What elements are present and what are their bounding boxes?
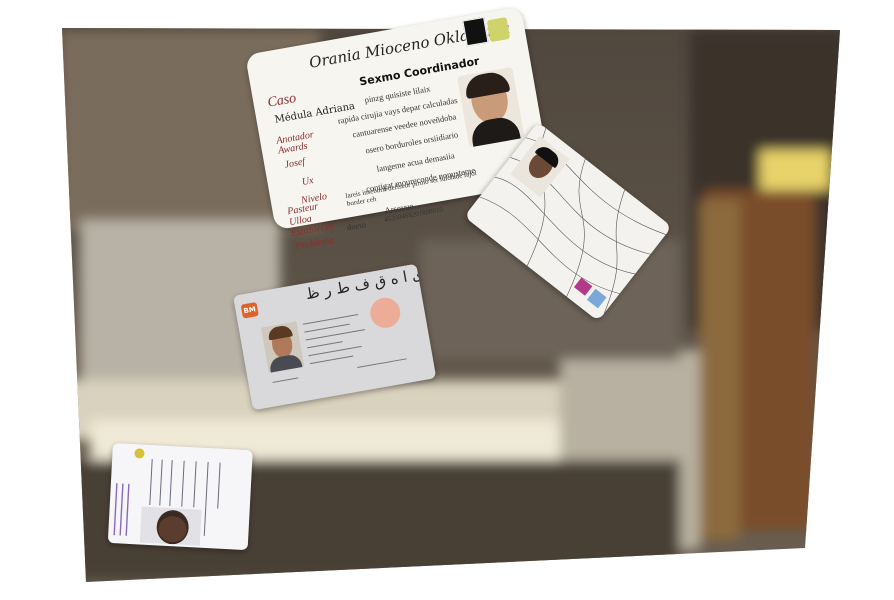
field-label: Pasteur Ulloa Establecer	[286, 201, 335, 240]
holder-photo	[139, 506, 202, 546]
field-label: Anotador Awards	[275, 129, 315, 157]
field-label: Josef	[283, 156, 306, 171]
section-label: Caso	[266, 90, 298, 111]
emblem-icon	[486, 17, 511, 43]
field-value: doeto	[346, 219, 367, 233]
flag-icon	[462, 16, 489, 47]
id-card-bottom	[107, 443, 253, 551]
field-label: Ux	[301, 175, 315, 188]
holder-photo	[456, 66, 525, 148]
